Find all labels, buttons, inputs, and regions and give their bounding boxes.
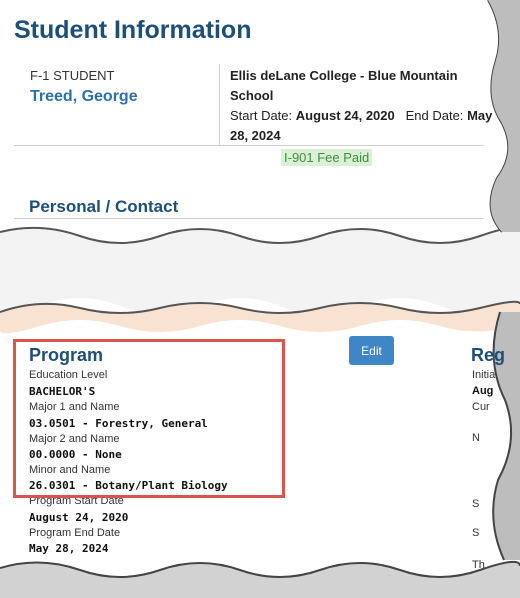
registration-fragment: S — [472, 498, 480, 510]
program-end-label: Program End Date — [29, 527, 121, 539]
fee-paid-badge: I-901 Fee Paid — [281, 149, 373, 166]
header-divider — [219, 64, 220, 145]
registration-fragment: Cur — [472, 401, 490, 413]
school-name: Ellis deLane College - Blue Mountain Sch… — [230, 68, 458, 103]
personal-contact-divider — [14, 218, 484, 219]
program-dates: Start Date: August 24, 2020 End Date: Ma… — [230, 106, 495, 146]
edit-program-button[interactable]: Edit — [349, 336, 394, 365]
registration-fragment: Aug — [472, 385, 494, 397]
program-start-value: August 24, 2020 — [29, 511, 129, 524]
program-end-value: May 28, 2024 — [29, 542, 109, 555]
registration-fragment: N — [472, 432, 480, 444]
registration-fragment: S — [472, 527, 480, 539]
start-date-label: Start Date: — [230, 108, 293, 123]
personal-contact-heading: Personal / Contact — [29, 197, 179, 216]
program-highlight-box — [13, 339, 285, 498]
registration-fragment: Initia — [472, 369, 496, 381]
header-bottom-divider — [14, 145, 484, 146]
start-date-value: August 24, 2020 — [295, 108, 395, 123]
end-date-label: End Date: — [405, 108, 464, 123]
student-name: Treed, George — [30, 88, 138, 105]
registration-heading: Reg — [471, 345, 506, 365]
student-type: F-1 STUDENT — [30, 68, 115, 83]
registration-fragment: Th — [472, 559, 485, 571]
page-title: Student Information — [14, 16, 252, 44]
